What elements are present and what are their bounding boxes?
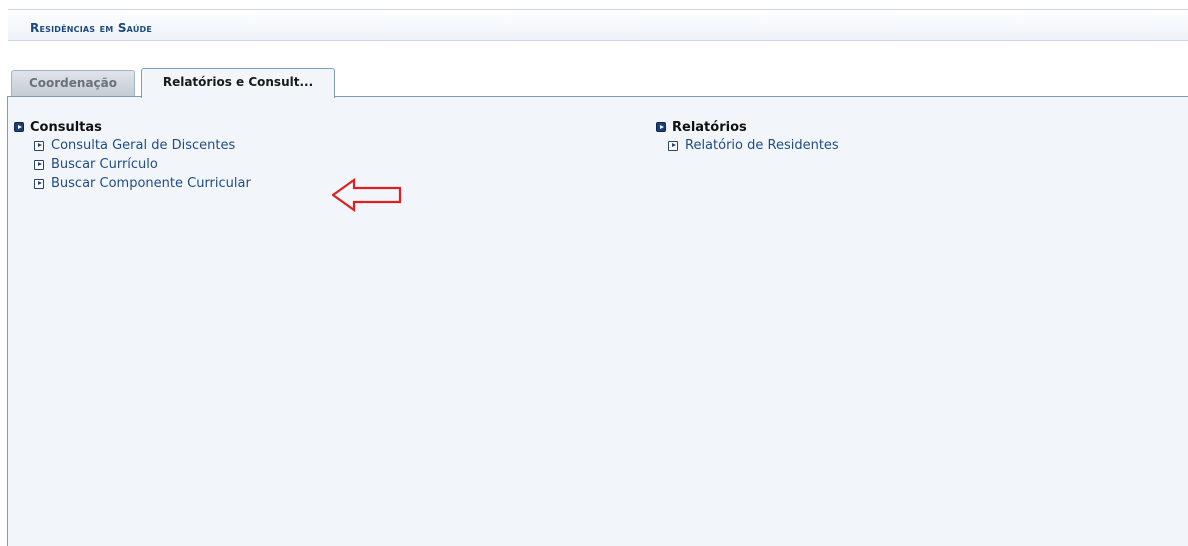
section-bullet-icon bbox=[656, 122, 666, 132]
page: Residências em Saúde Coordenação Relatór… bbox=[0, 0, 1188, 546]
relatorios-title: Relatórios bbox=[672, 119, 747, 135]
link-label: Consulta Geral de Discentes bbox=[51, 138, 236, 153]
consultas-section: Consultas Consulta Geral de Discentes Bu… bbox=[14, 118, 251, 193]
tab-coordenacao[interactable]: Coordenação bbox=[11, 70, 135, 96]
link-relatorio-residentes[interactable]: Relatório de Residentes bbox=[666, 136, 839, 155]
link-buscar-curriculo[interactable]: Buscar Currículo bbox=[32, 155, 251, 174]
link-bullet-icon bbox=[34, 159, 44, 170]
relatorios-section: Relatórios Relatório de Residentes bbox=[656, 118, 839, 155]
header-bar bbox=[8, 9, 1188, 41]
link-bullet-icon bbox=[668, 140, 678, 151]
tab-relatorios-e-consultas[interactable]: Relatórios e Consult... bbox=[141, 68, 335, 98]
link-label: Buscar Componente Curricular bbox=[51, 176, 251, 191]
consultas-title: Consultas bbox=[30, 119, 102, 135]
consultas-heading: Consultas bbox=[14, 118, 251, 136]
link-bullet-icon bbox=[34, 178, 44, 189]
link-bullet-icon bbox=[34, 140, 44, 151]
link-label: Relatório de Residentes bbox=[685, 138, 839, 153]
link-label: Buscar Currículo bbox=[51, 157, 158, 172]
link-consulta-geral-discentes[interactable]: Consulta Geral de Discentes bbox=[32, 136, 251, 155]
page-title: Residências em Saúde bbox=[30, 21, 153, 35]
relatorios-heading: Relatórios bbox=[656, 118, 839, 136]
link-buscar-componente-curricular[interactable]: Buscar Componente Curricular bbox=[32, 174, 251, 193]
section-bullet-icon bbox=[14, 122, 24, 132]
red-arrow-icon bbox=[332, 178, 402, 212]
